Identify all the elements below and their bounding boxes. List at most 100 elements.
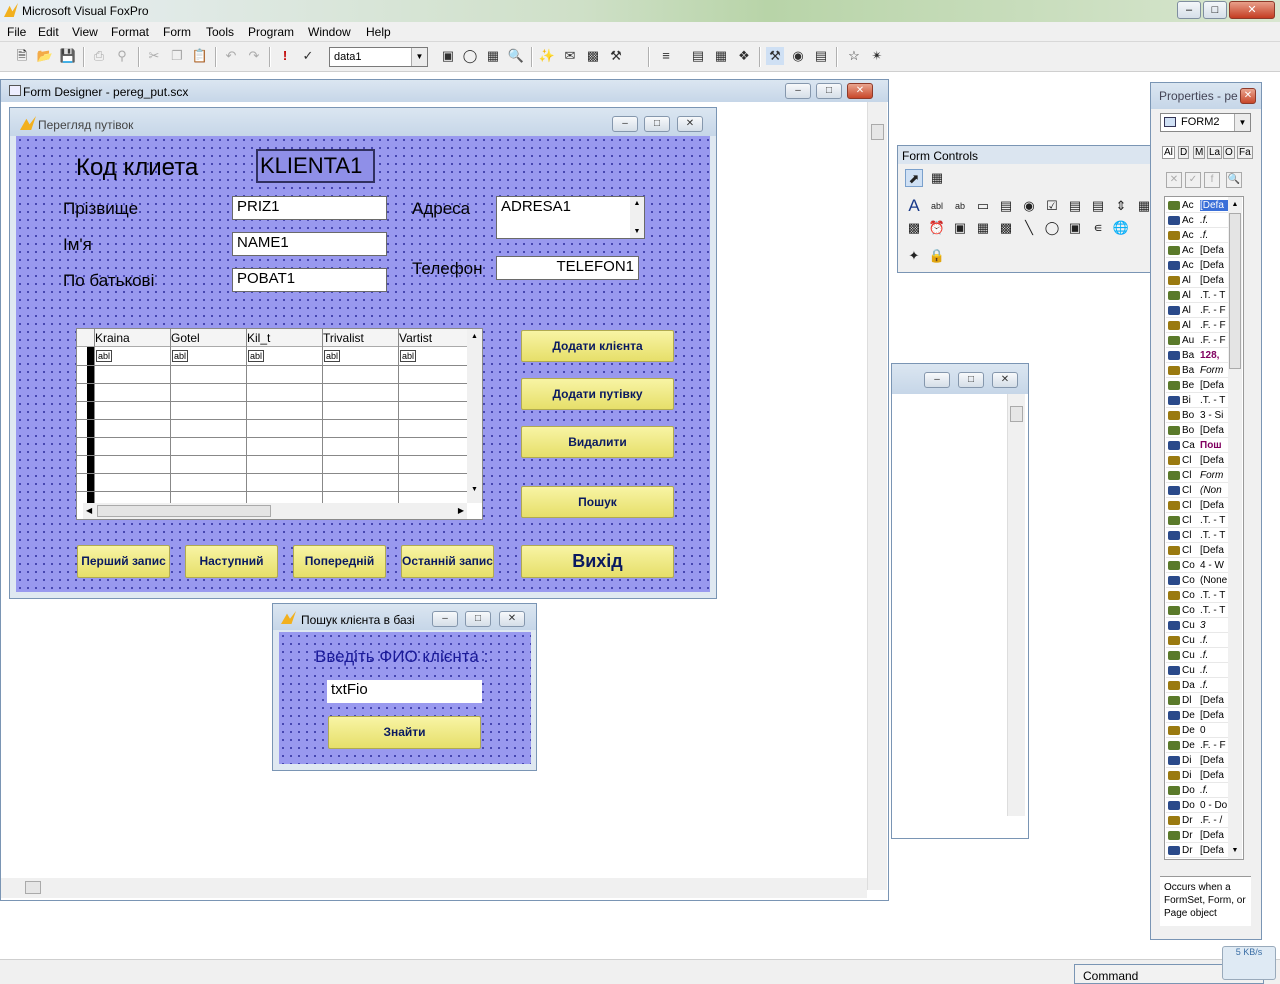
property-row[interactable]: Co .T. - T (1166, 588, 1228, 603)
data-env-icon[interactable]: ▦ (712, 47, 730, 65)
minimize-button[interactable]: – (1177, 1, 1201, 19)
timer-icon[interactable]: ⏰ (928, 219, 946, 237)
property-row[interactable]: Cl .T. - T (1166, 513, 1228, 528)
property-row[interactable]: Cl [Defa (1166, 498, 1228, 513)
mail-icon[interactable]: ✉ (561, 47, 579, 65)
designer-vscrollbar[interactable] (867, 102, 887, 890)
spinner-icon[interactable]: ⇕ (1112, 197, 1130, 215)
find-button[interactable]: Знайти (328, 716, 481, 749)
menu-program[interactable]: Program (248, 25, 294, 39)
menu-file[interactable]: File (7, 25, 26, 39)
code-icon[interactable]: 🔍 (507, 47, 525, 65)
maximize-button[interactable]: □ (958, 372, 984, 388)
function-icon[interactable]: f (1204, 172, 1220, 188)
property-row[interactable]: Dr .F. - / (1166, 813, 1228, 828)
property-row[interactable]: Cu .f. (1166, 648, 1228, 663)
checkbox-icon[interactable]: ☑ (1043, 197, 1061, 215)
buttongroup-icon[interactable]: ▤ (997, 197, 1015, 215)
property-row[interactable]: Cl .T. - T (1166, 528, 1228, 543)
property-row[interactable]: Ac [Defa (1166, 243, 1228, 258)
controls-icon[interactable]: ❖ (735, 47, 753, 65)
add-client-button[interactable]: Додати клієнта (521, 330, 674, 362)
code-field[interactable]: KLIENTA1 (256, 149, 375, 183)
label-icon[interactable]: A (905, 197, 923, 215)
property-row[interactable]: Dl [Defa (1166, 693, 1228, 708)
close-button[interactable]: ✕ (847, 83, 873, 99)
scroll-thumb[interactable] (871, 124, 884, 140)
tab-layout[interactable]: La (1207, 146, 1223, 159)
property-row[interactable]: Co 4 - W (1166, 558, 1228, 573)
property-row[interactable]: Co (None (1166, 573, 1228, 588)
scroll-thumb[interactable] (1229, 213, 1241, 369)
property-row[interactable]: Ac [Defa (1166, 258, 1228, 273)
form-icon[interactable]: ▣ (439, 47, 457, 65)
designer-hscrollbar[interactable] (1, 878, 867, 898)
add-voucher-button[interactable]: Додати путівку (521, 378, 674, 410)
grid-col-header[interactable]: Gotel (171, 331, 200, 345)
property-row[interactable]: Al .F. - F (1166, 318, 1228, 333)
first-record-button[interactable]: Перший запис (77, 545, 170, 578)
tab-methods[interactable]: M (1193, 146, 1206, 159)
grid-col-header[interactable]: Trivalist (323, 331, 364, 345)
wand-icon[interactable]: ☆ (845, 47, 863, 65)
grid-col-header[interactable]: Kraina (95, 331, 130, 345)
maximize-button[interactable]: □ (644, 116, 670, 132)
image-icon[interactable]: ▩ (905, 219, 923, 237)
property-row[interactable]: Dr [Defa (1166, 828, 1228, 843)
next-record-button[interactable]: Наступний (185, 545, 278, 578)
textbox-icon[interactable]: abl (928, 197, 946, 215)
menu-tools[interactable]: Tools (206, 25, 234, 39)
property-row[interactable]: Di [Defa (1166, 753, 1228, 768)
scroll-thumb[interactable] (1010, 406, 1023, 422)
close-button[interactable]: ✕ (992, 372, 1018, 388)
tab-all[interactable]: Al (1162, 146, 1175, 159)
button-icon[interactable]: ▭ (974, 197, 992, 215)
property-row[interactable]: Bo 3 - Si (1166, 408, 1228, 423)
address-field[interactable]: ADRESA1 ▲ ▼ (496, 196, 645, 239)
minimize-button[interactable]: – (924, 372, 950, 388)
property-row[interactable]: Cu .f. (1166, 663, 1228, 678)
property-row[interactable]: Bi .T. - T (1166, 393, 1228, 408)
vouchers-grid[interactable]: Kraina Gotel Kil_t Trivalist Vartist abl… (76, 328, 483, 520)
new-icon[interactable]: 🗎 (13, 47, 31, 65)
property-row[interactable]: Cu 3 (1166, 618, 1228, 633)
hyperlink-icon[interactable]: 🌐 (1112, 219, 1130, 237)
property-row[interactable]: Ca Пош (1166, 438, 1228, 453)
close-button[interactable]: ✕ (499, 611, 525, 627)
datasession-combo[interactable]: data1 ▼ (329, 47, 428, 67)
save-icon[interactable]: 💾 (59, 47, 77, 65)
chevron-down-icon[interactable]: ▼ (1234, 114, 1250, 131)
redo-icon[interactable]: ↷ (245, 47, 263, 65)
oleobject-icon[interactable]: ▦ (974, 219, 992, 237)
property-row[interactable]: Cl Form (1166, 468, 1228, 483)
minimize-button[interactable]: – (785, 83, 811, 99)
property-row[interactable]: Do .f. (1166, 783, 1228, 798)
minimize-button[interactable]: – (432, 611, 458, 627)
fio-input[interactable]: txtFio (327, 680, 482, 703)
search-button[interactable]: Пошук (521, 486, 674, 518)
last-record-button[interactable]: Останній запис (401, 545, 494, 578)
maximize-button[interactable]: □ (816, 83, 842, 99)
wizard-icon[interactable]: ✨ (538, 47, 556, 65)
database-icon[interactable]: ◯ (461, 47, 479, 65)
chevron-down-icon[interactable]: ▼ (411, 48, 427, 66)
copy-icon[interactable]: ❐ (168, 47, 186, 65)
container-icon[interactable]: ▣ (1066, 219, 1084, 237)
name-field[interactable]: NAME1 (232, 232, 387, 256)
close-button[interactable]: ✕ (677, 116, 703, 132)
properties-vscrollbar[interactable]: ▲ ▼ (1228, 197, 1242, 859)
separator-icon[interactable]: ∊ (1089, 219, 1107, 237)
tools-icon[interactable]: ⚒ (607, 47, 625, 65)
property-row[interactable]: Da .f. (1166, 678, 1228, 693)
property-row[interactable]: Ba Form (1166, 363, 1228, 378)
cut-icon[interactable]: ✂ (145, 47, 163, 65)
properties-icon[interactable]: ▦ (484, 47, 502, 65)
order-icon[interactable]: ▤ (812, 47, 830, 65)
property-row[interactable]: Ba 128, (1166, 348, 1228, 363)
tab-other[interactable]: O (1223, 146, 1235, 159)
grid-vscrollbar[interactable]: ▲ ▼ (467, 329, 482, 503)
property-row[interactable]: Ac .f. (1166, 228, 1228, 243)
listbox-icon[interactable]: ▤ (1089, 197, 1107, 215)
property-row[interactable]: Cu .f. (1166, 633, 1228, 648)
cancel-icon[interactable]: ✕ (1166, 172, 1182, 188)
